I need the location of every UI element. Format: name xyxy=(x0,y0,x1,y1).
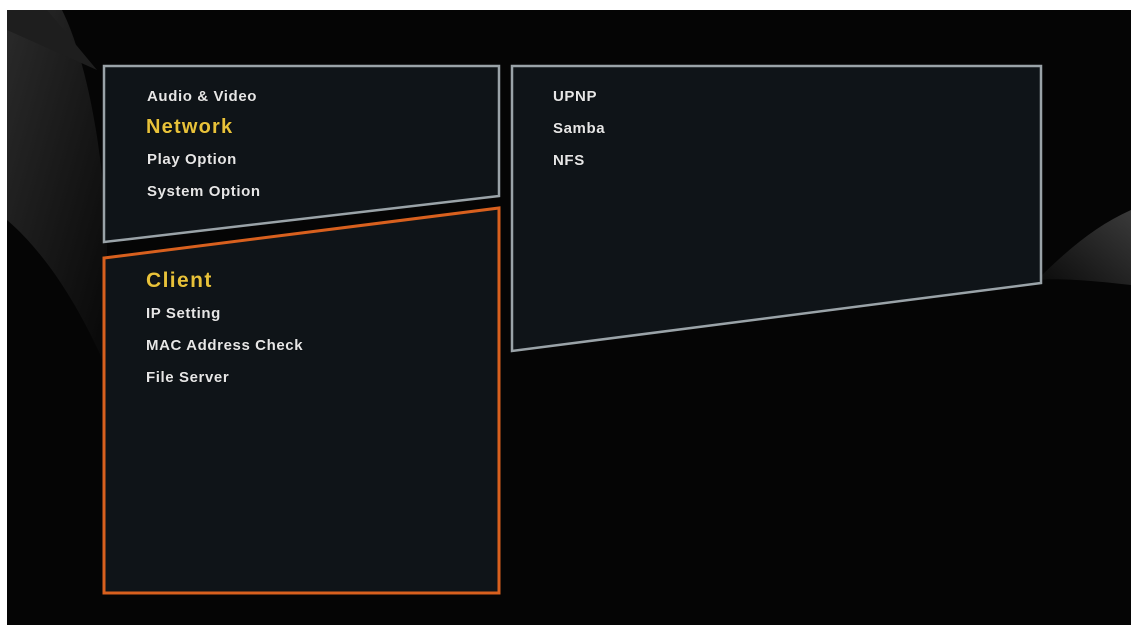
submenu-item-client[interactable]: Client xyxy=(146,269,213,293)
menu-item-network[interactable]: Network xyxy=(146,116,233,139)
submenu-item-file-server[interactable]: File Server xyxy=(146,369,229,386)
menu-item-play-option[interactable]: Play Option xyxy=(147,151,237,168)
menu-item-audio-video[interactable]: Audio & Video xyxy=(147,88,257,105)
sub-menu-panel-focused xyxy=(102,206,501,595)
submenu-item-ip-setting[interactable]: IP Setting xyxy=(146,305,221,322)
tv-menu-screen: Audio & Video Network Play Option System… xyxy=(7,10,1131,625)
menu-item-system-option[interactable]: System Option xyxy=(147,183,261,200)
option-item-samba[interactable]: Samba xyxy=(553,120,605,137)
option-item-upnp[interactable]: UPNP xyxy=(553,88,597,105)
option-item-nfs[interactable]: NFS xyxy=(553,152,585,169)
options-panel xyxy=(510,64,1043,353)
submenu-item-mac-address-check[interactable]: MAC Address Check xyxy=(146,337,303,354)
